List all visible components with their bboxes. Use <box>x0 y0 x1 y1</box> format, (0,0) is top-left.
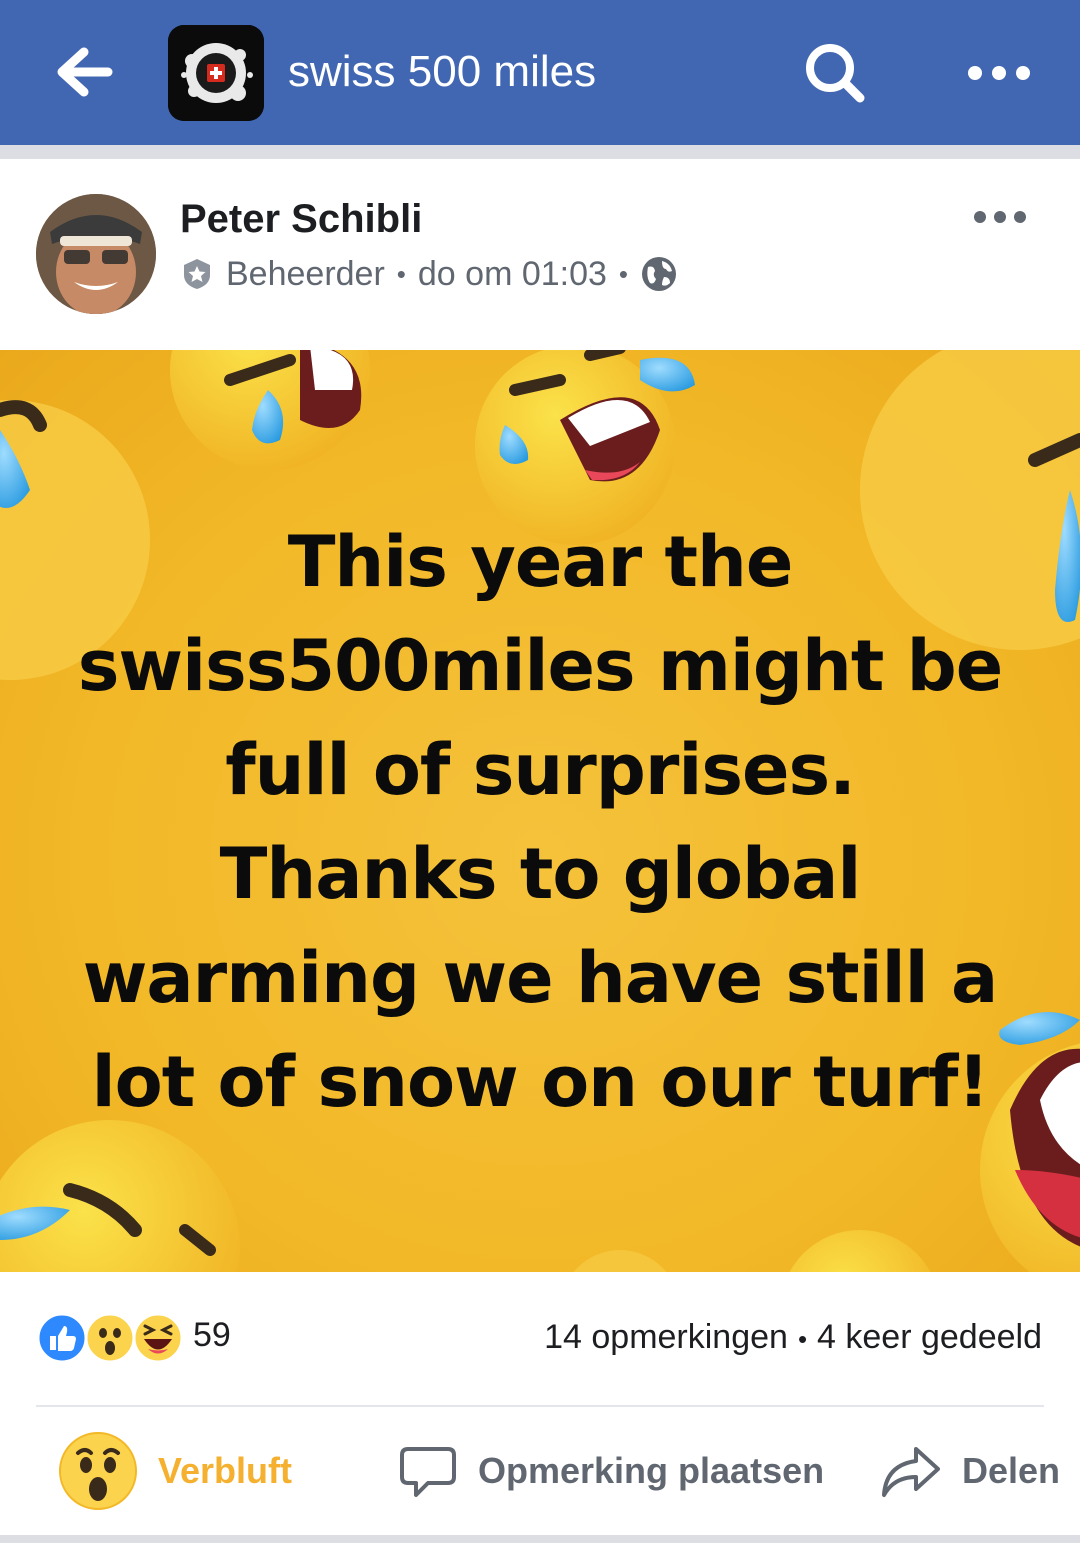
share-button[interactable]: Delen <box>880 1429 1060 1513</box>
share-count[interactable]: 4 keer gedeeld <box>817 1318 1042 1356</box>
share-icon <box>882 1447 940 1497</box>
bottom-separator <box>0 1535 1080 1543</box>
globe-icon <box>642 257 677 291</box>
avatar-photo <box>36 194 156 314</box>
reaction-label: Verbluft <box>158 1450 293 1491</box>
post-meta: Beheerder • do om 01:03 • <box>180 251 678 297</box>
like-icon <box>36 1312 88 1364</box>
reaction-count[interactable]: 59 <box>193 1316 231 1355</box>
meta-separator: • <box>396 258 406 289</box>
reaction-icons[interactable] <box>36 1312 186 1364</box>
swiss-logo-icon <box>168 25 264 121</box>
reaction-button[interactable]: Verbluft <box>58 1429 292 1513</box>
post-card: Peter Schibli Beheerder • do om 01:03 • <box>0 159 1080 1535</box>
more-dot <box>1014 211 1026 223</box>
post-actions: Verbluft Opmerking plaatsen Delen <box>0 1407 1080 1535</box>
timestamp[interactable]: do om 01:03 <box>418 255 607 294</box>
author-name[interactable]: Peter Schibli <box>180 197 422 242</box>
avatar[interactable] <box>36 194 156 314</box>
back-button[interactable] <box>50 42 120 102</box>
wow-icon <box>84 1312 136 1364</box>
comment-label: Opmerking plaatsen <box>478 1450 825 1491</box>
more-dot <box>968 66 982 80</box>
comment-icon <box>400 1447 456 1497</box>
role-label: Beheerder <box>226 254 385 293</box>
post-options-button[interactable] <box>970 209 1030 229</box>
summary-separator: • <box>797 1324 808 1354</box>
admin-badge-icon <box>184 259 210 289</box>
comment-button[interactable]: Opmerking plaatsen <box>398 1429 824 1513</box>
app-bar: swiss 500 miles <box>0 0 1080 145</box>
haha-icon <box>132 1312 184 1364</box>
engagement-counts: 14 opmerkingen • 4 keer gedeeld <box>544 1318 1042 1357</box>
search-button[interactable] <box>800 38 870 108</box>
post-image[interactable]: This year the swiss500miles might be ful… <box>0 350 1080 1272</box>
group-logo[interactable] <box>168 25 264 121</box>
arrow-left-icon <box>57 47 113 97</box>
reactions-summary: 59 14 opmerkingen • 4 keer gedeeld <box>0 1272 1080 1406</box>
separator <box>0 145 1080 159</box>
more-dot <box>994 211 1006 223</box>
share-label: Delen <box>962 1450 1061 1491</box>
more-dot <box>974 211 986 223</box>
comment-count[interactable]: 14 opmerkingen <box>544 1318 788 1356</box>
group-title[interactable]: swiss 500 miles <box>288 44 596 100</box>
post-image-text: This year the swiss500miles might be ful… <box>77 521 1004 1123</box>
wow-icon <box>59 1432 137 1510</box>
more-dot <box>992 66 1006 80</box>
meta-separator: • <box>618 258 629 289</box>
search-icon <box>806 44 865 103</box>
more-options-button[interactable] <box>960 50 1040 96</box>
more-dot <box>1016 66 1030 80</box>
